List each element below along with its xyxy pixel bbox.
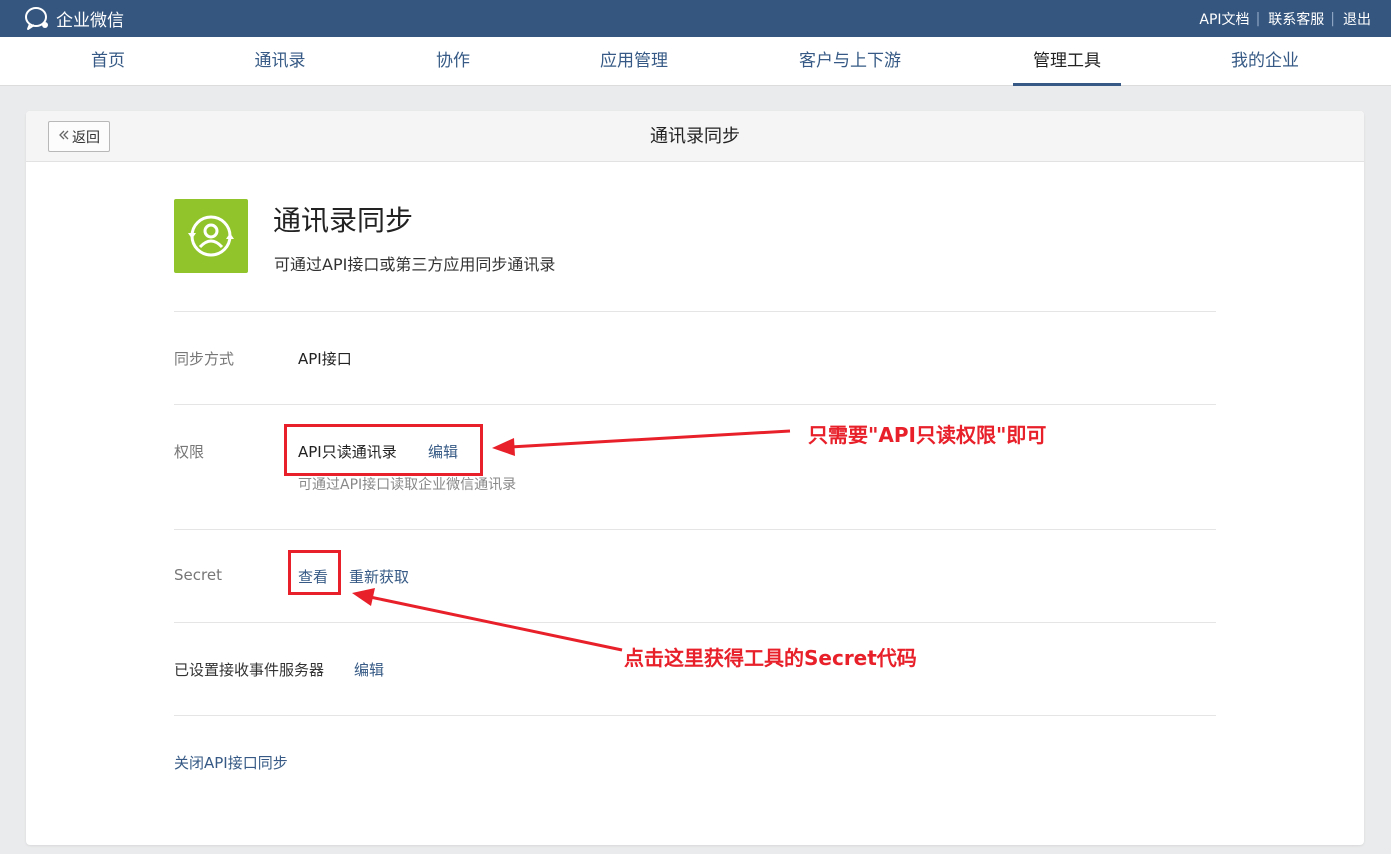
close-api-sync-link[interactable]: 关闭API接口同步 <box>174 752 288 773</box>
content-panel: 返回 通讯录同步 通讯录同步 可通过API接口或第三方应用同步通讯录 同步方式 … <box>26 111 1364 845</box>
contact-support-link[interactable]: 联系客服 <box>1268 9 1324 29</box>
secret-refresh-link[interactable]: 重新获取 <box>349 566 409 587</box>
permission-highlight-box <box>284 424 483 476</box>
separator: | <box>1330 10 1335 27</box>
nav-my-enterprise[interactable]: 我的企业 <box>1220 37 1310 86</box>
nav-home[interactable]: 首页 <box>68 37 148 86</box>
brand-logo[interactable]: 企业微信 <box>24 5 124 31</box>
nav-management-tools[interactable]: 管理工具 <box>1013 37 1121 86</box>
top-links: API文档 | 联系客服 | 退出 <box>1199 0 1371 37</box>
nav-customers[interactable]: 客户与上下游 <box>790 37 910 86</box>
logout-link[interactable]: 退出 <box>1343 9 1371 29</box>
separator: | <box>1255 10 1261 27</box>
app-name: 通讯录同步 <box>273 204 414 237</box>
divider <box>174 715 1216 716</box>
permission-label: 权限 <box>174 443 205 461</box>
secret-highlight-box <box>288 550 341 595</box>
event-server-label: 已设置接收事件服务器 <box>174 661 325 679</box>
nav-contacts[interactable]: 通讯录 <box>240 37 320 86</box>
sync-mode-label: 同步方式 <box>174 350 235 368</box>
sync-mode-value: API接口 <box>298 350 352 368</box>
secret-annotation: 点击这里获得工具的Secret代码 <box>624 646 917 670</box>
wecom-logo-icon <box>24 5 52 31</box>
divider <box>174 622 1216 623</box>
main-nav: 首页 通讯录 协作 应用管理 客户与上下游 管理工具 我的企业 <box>0 37 1391 86</box>
brand-name: 企业微信 <box>56 10 124 31</box>
nav-app-management[interactable]: 应用管理 <box>589 37 679 86</box>
permission-hint: 可通过API接口读取企业微信通讯录 <box>298 477 517 493</box>
divider <box>174 529 1216 530</box>
permission-annotation: 只需要"API只读权限"即可 <box>808 423 1047 447</box>
nav-collaboration[interactable]: 协作 <box>413 37 493 86</box>
divider <box>174 404 1216 405</box>
contact-sync-icon <box>174 199 248 273</box>
divider <box>174 311 1216 312</box>
page-title: 通讯录同步 <box>650 126 740 147</box>
panel-header: 返回 通讯录同步 <box>26 111 1364 162</box>
api-docs-link[interactable]: API文档 <box>1199 9 1249 29</box>
event-server-edit-link[interactable]: 编辑 <box>354 659 384 680</box>
secret-label: Secret <box>174 566 222 584</box>
app-description: 可通过API接口或第三方应用同步通讯录 <box>274 255 556 274</box>
top-bar: 企业微信 API文档 | 联系客服 | 退出 <box>0 0 1391 37</box>
